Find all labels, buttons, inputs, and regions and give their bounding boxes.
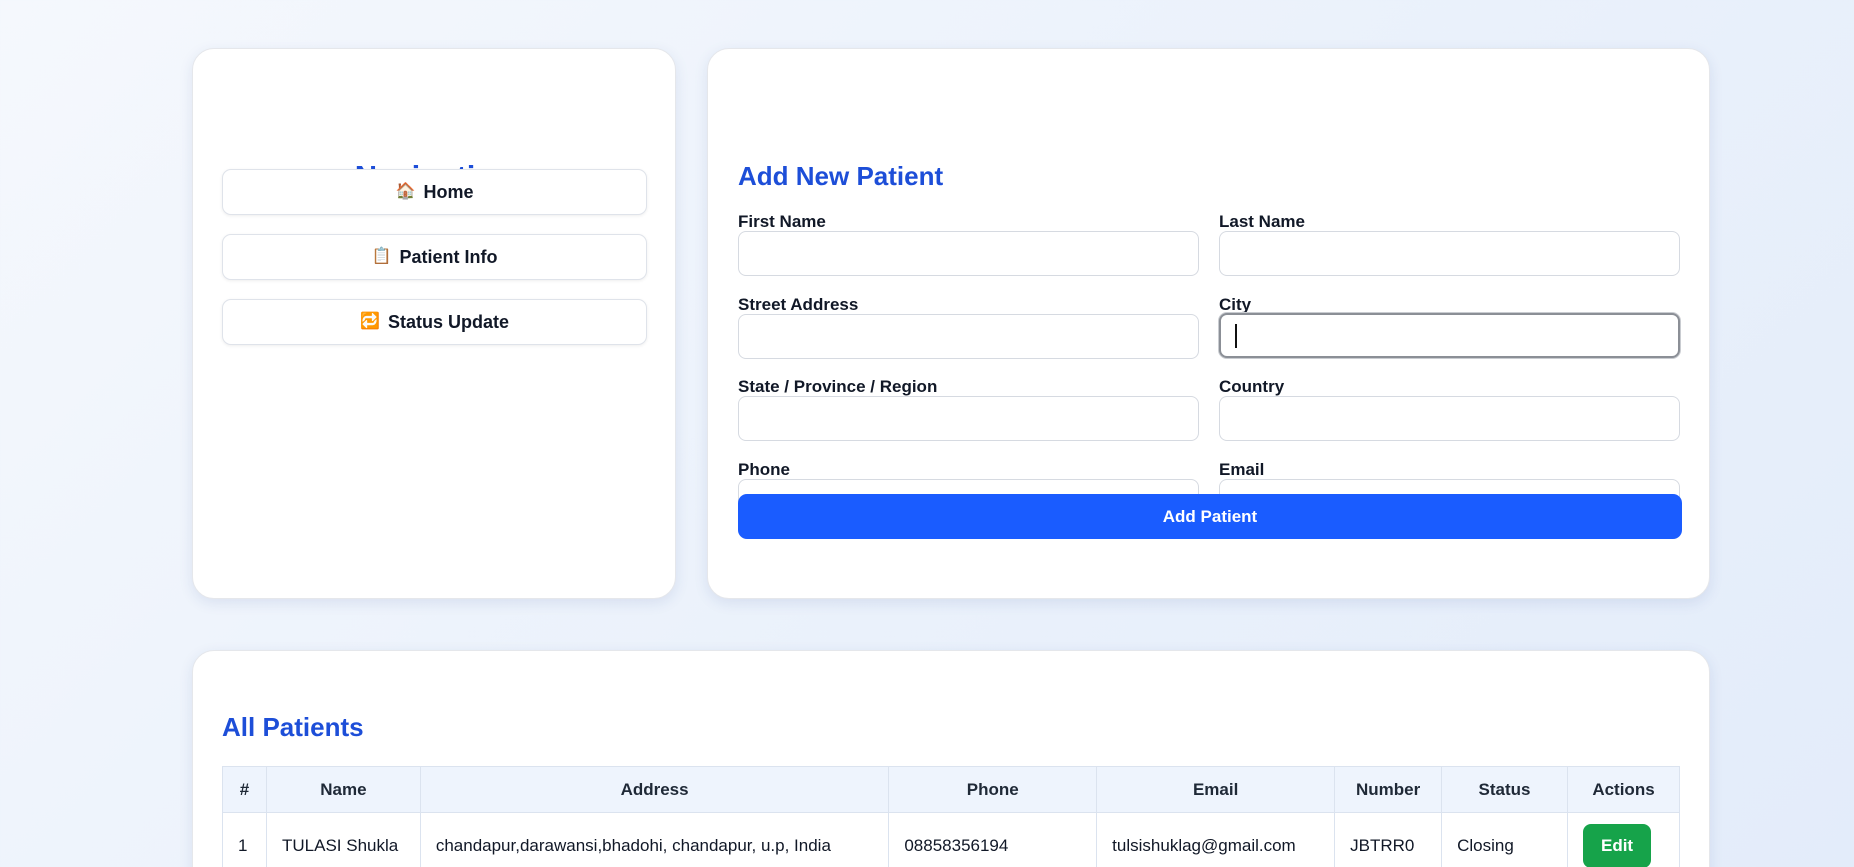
- patients-table: # Name Address Phone Email Number Status…: [222, 766, 1681, 867]
- column-header-actions: Actions: [1566, 766, 1681, 813]
- repeat-icon: 🔁: [360, 313, 380, 330]
- cell-name: TULASI Shukla: [265, 812, 421, 867]
- patients-panel: All Patients # Name Address Phone Email …: [192, 650, 1710, 867]
- patients-title: All Patients: [222, 712, 364, 742]
- state-input[interactable]: [738, 396, 1199, 441]
- navigation-panel: Navigation 🏠 Home 📋 Patient Info 🔁 Statu…: [192, 48, 676, 599]
- first-name-label: First Name: [738, 212, 826, 231]
- nav-patient-info-label: Patient Info: [399, 246, 498, 267]
- last-name-input[interactable]: [1219, 231, 1680, 276]
- column-header-number: Number: [1334, 766, 1443, 813]
- column-header-phone: Phone: [888, 766, 1098, 813]
- column-header-address: Address: [419, 766, 890, 813]
- first-name-input[interactable]: [738, 231, 1199, 276]
- form-title: Add New Patient: [738, 161, 944, 191]
- cell-index: 1: [222, 812, 267, 867]
- add-patient-button[interactable]: Add Patient: [738, 494, 1682, 539]
- street-address-input[interactable]: [738, 314, 1199, 359]
- street-address-label: Street Address: [738, 295, 859, 314]
- cell-address: chandapur,darawansi,bhadohi, chandapur, …: [419, 812, 890, 867]
- text-cursor: [1235, 324, 1237, 348]
- nav-patient-info-button[interactable]: 📋 Patient Info: [222, 234, 647, 280]
- state-label: State / Province / Region: [738, 377, 938, 396]
- clipboard-icon: 📋: [371, 248, 392, 265]
- country-input[interactable]: [1219, 396, 1680, 441]
- cell-phone: 08858356194: [888, 812, 1098, 867]
- email-label: Email: [1219, 460, 1265, 479]
- phone-label: Phone: [738, 460, 790, 479]
- nav-home-button[interactable]: 🏠 Home: [222, 169, 647, 215]
- add-patient-panel: Add New Patient First Name Last Name Str…: [707, 48, 1710, 599]
- column-header-status: Status: [1441, 766, 1568, 813]
- city-input[interactable]: [1219, 313, 1680, 358]
- nav-status-update-button[interactable]: 🔁 Status Update: [222, 299, 647, 345]
- last-name-label: Last Name: [1219, 212, 1305, 231]
- city-label: City: [1219, 295, 1252, 314]
- cell-email: tulsishuklag@gmail.com: [1096, 812, 1336, 867]
- column-header-name: Name: [265, 766, 421, 813]
- column-header-index: #: [222, 766, 267, 813]
- table-row: 1 TULASI Shukla chandapur,darawansi,bhad…: [222, 812, 1681, 867]
- nav-status-update-label: Status Update: [387, 311, 509, 332]
- cell-number: JBTRR0: [1334, 812, 1443, 867]
- house-icon: 🏠: [395, 183, 416, 200]
- cell-status: Closing: [1441, 812, 1568, 867]
- table-header-row: # Name Address Phone Email Number Status…: [222, 766, 1681, 813]
- cell-actions: Edit: [1566, 812, 1681, 867]
- country-label: Country: [1219, 377, 1285, 396]
- column-header-email: Email: [1096, 766, 1336, 813]
- nav-home-label: Home: [423, 181, 474, 202]
- edit-button[interactable]: Edit: [1582, 823, 1652, 867]
